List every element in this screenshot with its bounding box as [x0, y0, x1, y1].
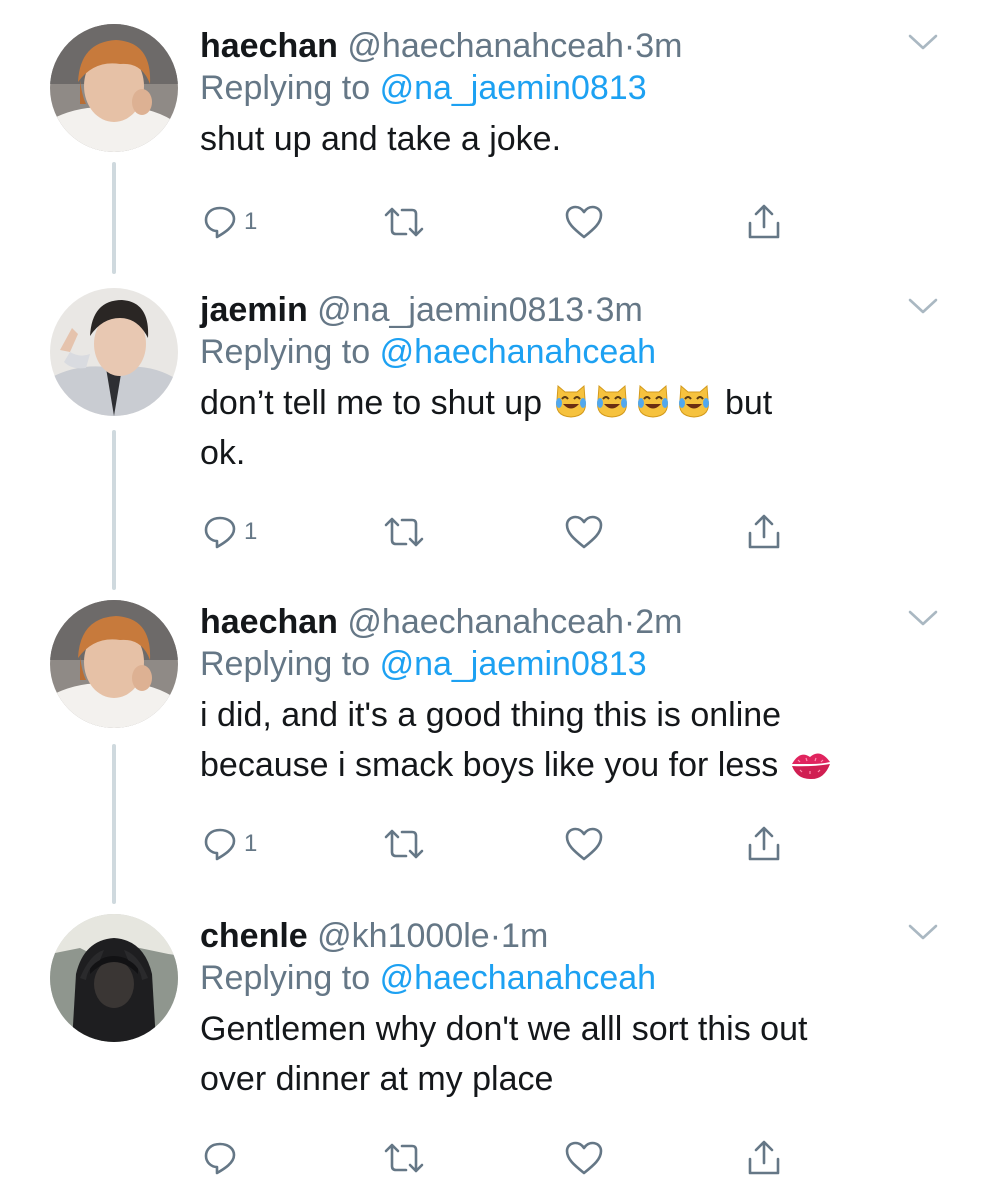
- retweet-icon: [384, 517, 424, 547]
- chevron-down-icon[interactable]: [908, 922, 938, 942]
- retweet-button[interactable]: [382, 510, 426, 554]
- reply-icon: [204, 516, 236, 549]
- reply-count: 1: [244, 518, 258, 545]
- mention-link[interactable]: @na_jaemin0813: [380, 645, 647, 683]
- tweet[interactable]: jaemin @na_jaemin0813·3m Replying to @ha…: [0, 288, 986, 558]
- heart-icon: [565, 515, 603, 549]
- share-button[interactable]: [746, 1136, 782, 1180]
- tweet-text: shut up and take a joke.: [200, 114, 946, 164]
- kiss-mark-icon: [791, 753, 830, 780]
- timestamp[interactable]: 1m: [501, 917, 548, 955]
- retweet-icon: [384, 207, 424, 237]
- share-button[interactable]: [746, 510, 782, 554]
- tweet-text: don’t tell me to shut up but ok.: [200, 378, 946, 478]
- separator-dot: ·: [623, 603, 636, 641]
- retweet-icon: [384, 1143, 424, 1173]
- tweet-text-part: shut up and take a joke.: [200, 120, 562, 158]
- display-name[interactable]: chenle: [200, 917, 308, 955]
- reply-count: 1: [244, 830, 258, 857]
- separator-dot: ·: [623, 27, 636, 65]
- share-button[interactable]: [746, 200, 782, 244]
- timestamp[interactable]: 3m: [596, 291, 643, 329]
- share-icon: [748, 204, 780, 239]
- share-button[interactable]: [746, 822, 782, 866]
- reply-button[interactable]: 1: [202, 510, 257, 554]
- like-button[interactable]: [564, 200, 604, 244]
- cat-tears-of-joy-icon: [596, 384, 627, 418]
- user-handle[interactable]: @haechanahceah: [347, 603, 624, 641]
- heart-icon: [565, 1141, 603, 1175]
- mention-link[interactable]: @na_jaemin0813: [380, 69, 647, 107]
- heart-icon: [565, 827, 603, 861]
- heart-icon: [565, 205, 603, 239]
- tweet[interactable]: haechan @haechanahceah·2m Replying to @n…: [0, 600, 986, 870]
- reply-icon: [204, 828, 236, 861]
- avatar[interactable]: [50, 24, 178, 152]
- separator-dot: ·: [584, 291, 596, 329]
- user-handle[interactable]: @na_jaemin0813: [317, 291, 584, 329]
- like-button[interactable]: [564, 1136, 604, 1180]
- tweet-text: Gentlemen why don't we alll sort this ou…: [200, 1004, 946, 1104]
- tweet[interactable]: haechan @haechanahceah·3m Replying to @n…: [0, 24, 986, 254]
- retweet-button[interactable]: [382, 1136, 426, 1180]
- display-name[interactable]: jaemin: [200, 291, 308, 329]
- cat-tears-of-joy-icon: [678, 384, 709, 418]
- reply-icon: [204, 206, 236, 239]
- tweet-text-part: don’t tell me to shut up: [200, 384, 552, 422]
- display-name[interactable]: haechan: [200, 27, 338, 65]
- user-handle[interactable]: @kh1000le: [317, 917, 490, 955]
- separator-dot: ·: [489, 917, 502, 955]
- avatar[interactable]: [50, 288, 178, 416]
- tweet-text-part: Gentlemen why don't we alll sort this ou…: [200, 1010, 808, 1098]
- reply-icon: [204, 1142, 236, 1175]
- mention-link[interactable]: @haechanahceah: [380, 959, 657, 997]
- share-icon: [748, 514, 780, 549]
- reply-button[interactable]: [202, 1136, 244, 1180]
- reply-thread: haechan @haechanahceah·3m Replying to @n…: [0, 0, 986, 1200]
- replying-label: Replying to: [200, 69, 371, 107]
- avatar[interactable]: [50, 600, 178, 728]
- timestamp[interactable]: 2m: [635, 603, 682, 641]
- cat-tears-of-joy-icon: [637, 384, 668, 418]
- chevron-down-icon[interactable]: [908, 296, 938, 316]
- retweet-icon: [384, 829, 424, 859]
- reply-button[interactable]: 1: [202, 200, 257, 244]
- like-button[interactable]: [564, 822, 604, 866]
- user-handle[interactable]: @haechanahceah: [347, 27, 624, 65]
- like-button[interactable]: [564, 510, 604, 554]
- reply-count: 1: [244, 208, 258, 235]
- share-icon: [748, 1140, 780, 1175]
- retweet-button[interactable]: [382, 822, 426, 866]
- tweet[interactable]: chenle @kh1000le·1m Replying to @haechan…: [0, 914, 986, 1184]
- replying-label: Replying to: [200, 959, 371, 997]
- display-name[interactable]: haechan: [200, 603, 338, 641]
- share-icon: [748, 826, 780, 861]
- avatar[interactable]: [50, 914, 178, 1042]
- retweet-button[interactable]: [382, 200, 426, 244]
- tweet-text: i did, and it's a good thing this is onl…: [200, 690, 946, 790]
- chevron-down-icon[interactable]: [908, 608, 938, 628]
- replying-label: Replying to: [200, 333, 371, 371]
- tweet-text-part: i did, and it's a good thing this is onl…: [200, 696, 782, 784]
- cat-tears-of-joy-icon: [555, 384, 586, 418]
- timestamp[interactable]: 3m: [635, 27, 682, 65]
- reply-button[interactable]: 1: [202, 822, 257, 866]
- replying-label: Replying to: [200, 645, 371, 683]
- mention-link[interactable]: @haechanahceah: [380, 333, 657, 371]
- chevron-down-icon[interactable]: [908, 32, 938, 52]
